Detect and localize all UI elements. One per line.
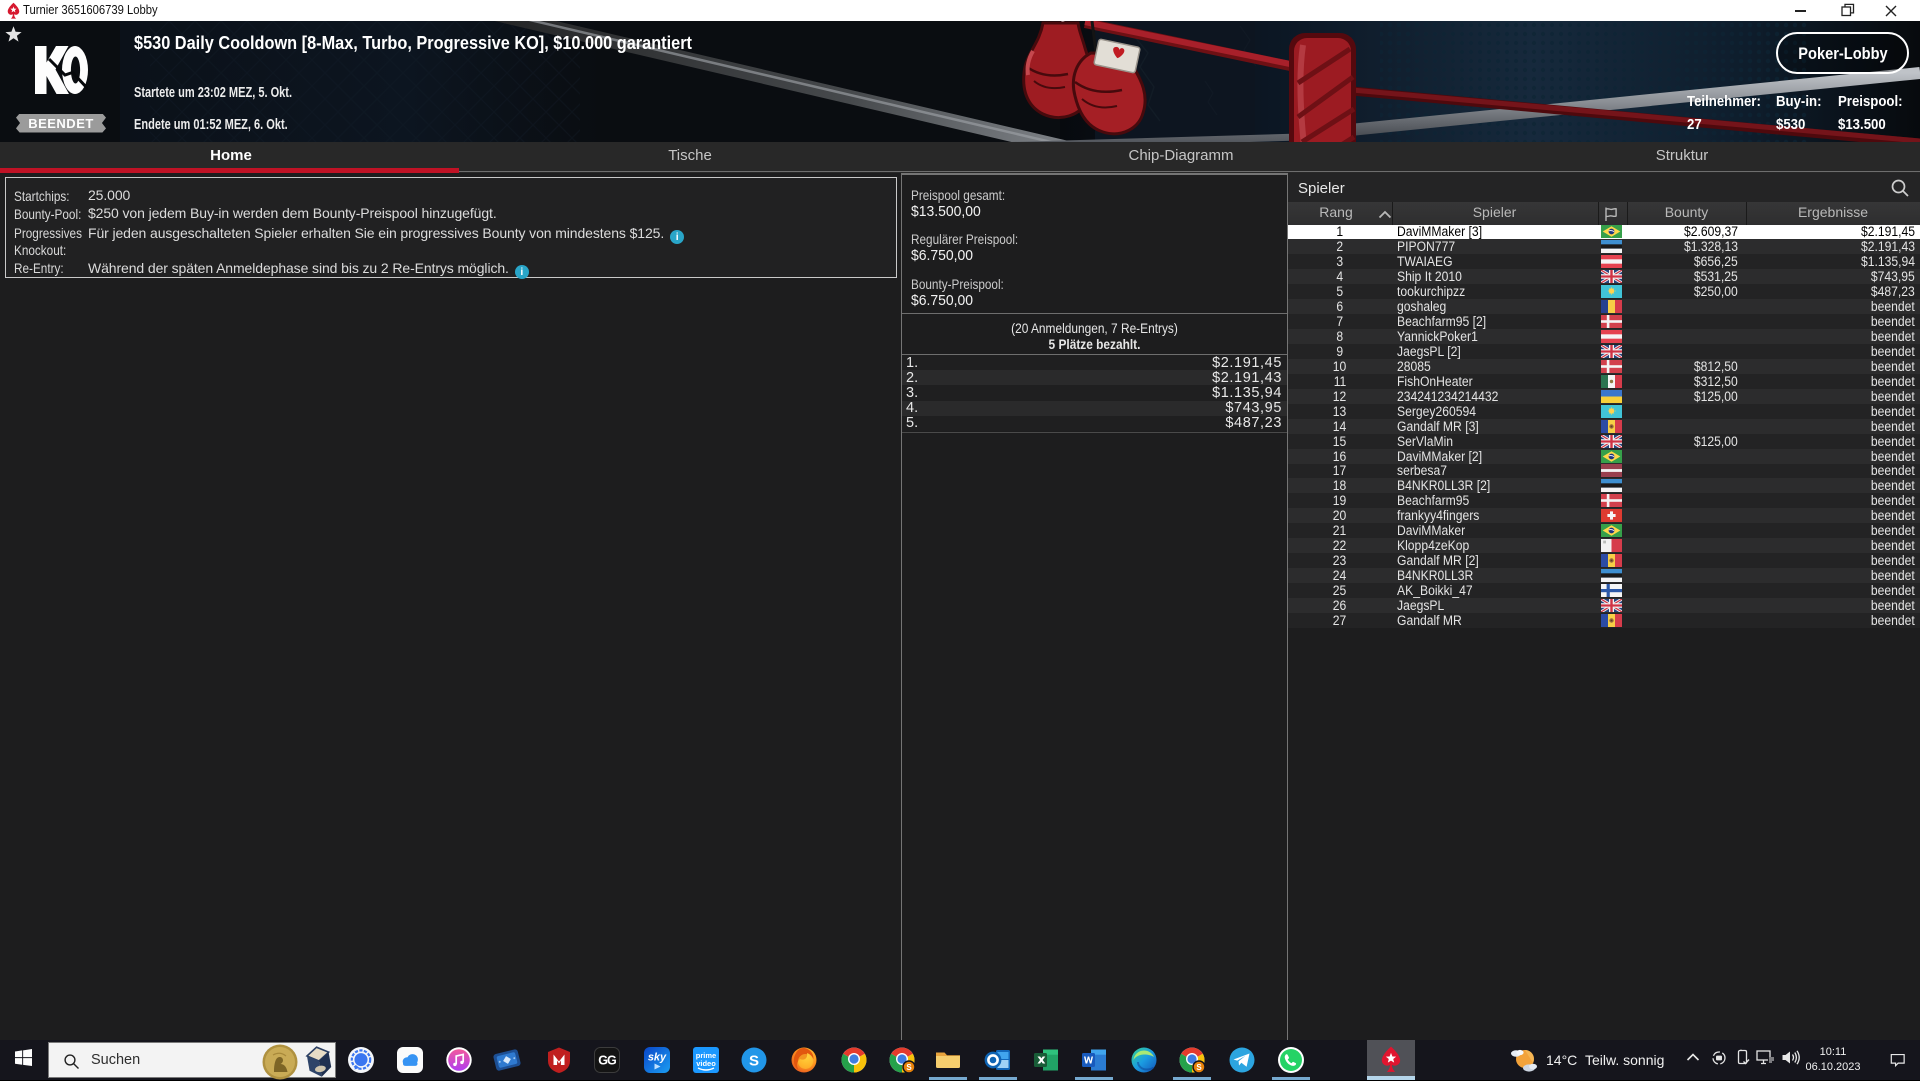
svg-text:S: S [906,1063,912,1072]
svg-text:sky: sky [648,1052,667,1064]
svg-text:GG: GG [598,1054,616,1068]
svg-text:S: S [1196,1063,1202,1072]
svg-text:S: S [749,1053,759,1070]
svg-text:video: video [696,1059,716,1068]
